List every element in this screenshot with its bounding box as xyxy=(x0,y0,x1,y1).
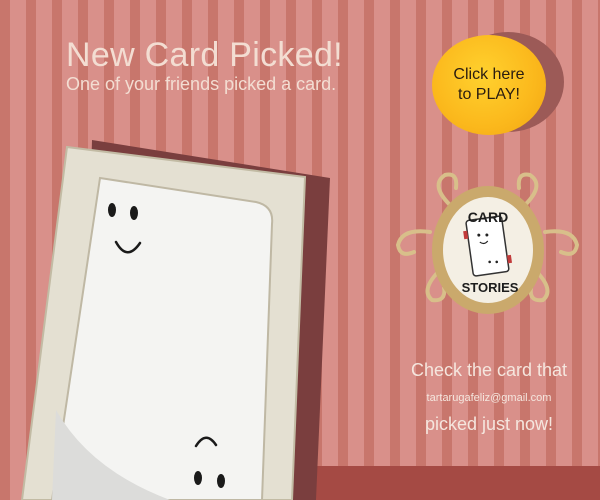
info-line1: Check the card that xyxy=(410,360,568,380)
info-line2: picked just now! xyxy=(424,414,554,434)
email-banner: New Card Picked! One of your friends pic… xyxy=(0,0,600,500)
info-block: Check the card that tartarugafeliz@gmail… xyxy=(380,358,598,436)
info-email: tartarugafeliz@gmail.com xyxy=(426,392,552,404)
logo-text-stories: STORIES xyxy=(462,280,519,295)
logo-text-card: CARD xyxy=(468,209,508,225)
